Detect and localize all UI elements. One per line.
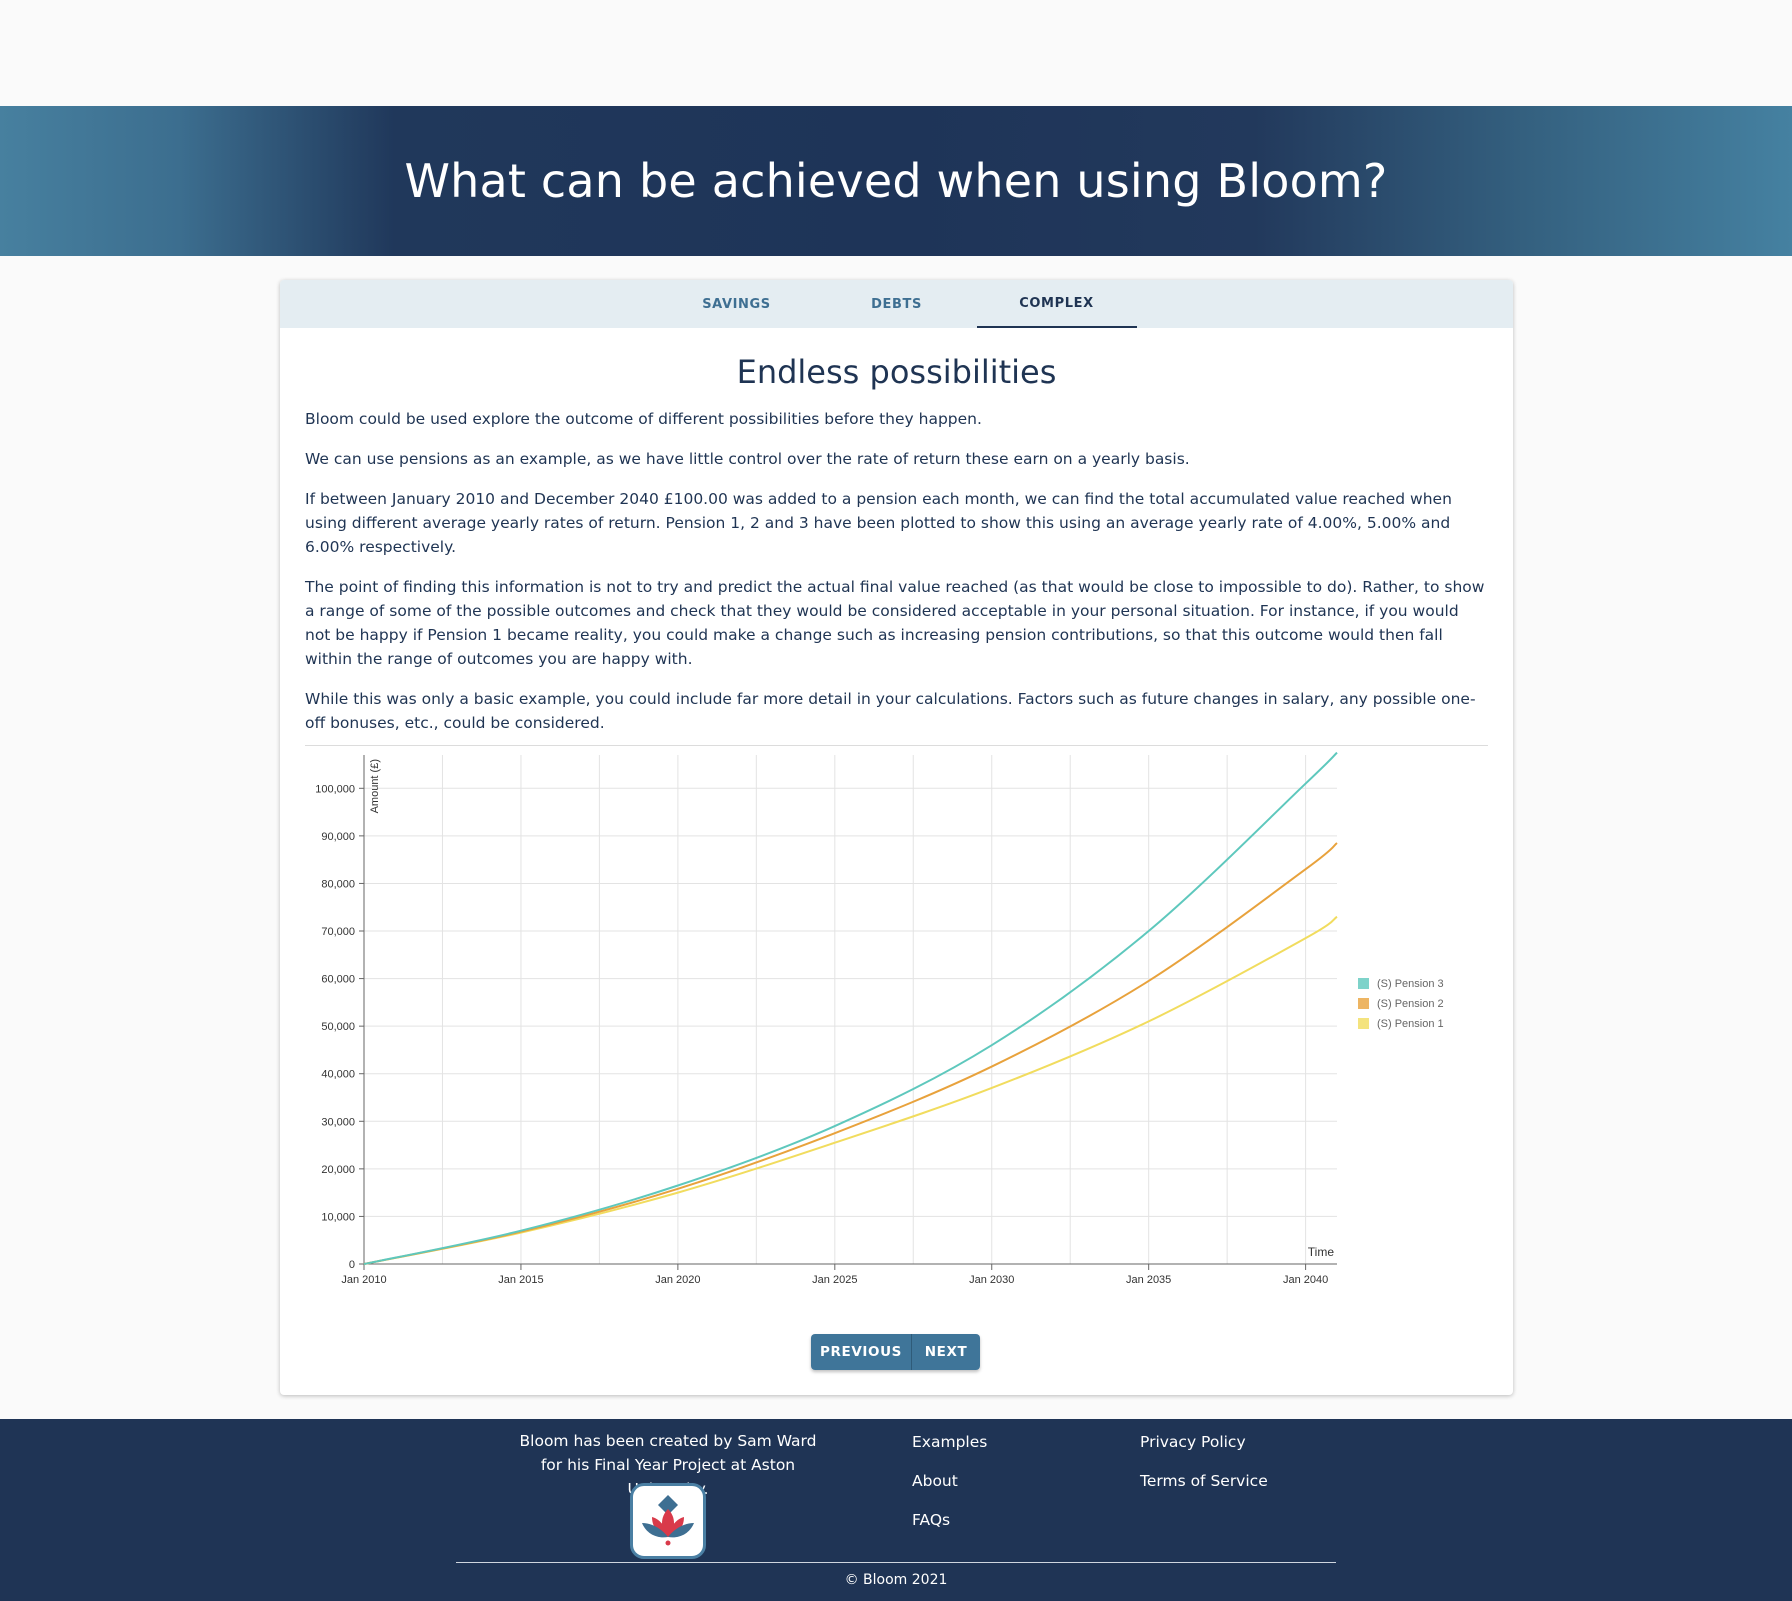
series-line [363,915,1338,1265]
series-line [363,751,1338,1265]
legend-swatch [1358,1018,1369,1029]
x-tick-label: Jan 2025 [812,1274,857,1286]
legend-label: (S) Pension 3 [1377,978,1444,990]
footer-divider [456,1562,1336,1563]
x-tick-label: Jan 2015 [498,1274,543,1286]
y-tick-label: 40,000 [321,1069,355,1081]
x-tick-label: Jan 2035 [1126,1274,1171,1286]
legend-swatch [1358,978,1369,989]
pension-chart: 0 10,000 20,000 30,000 40,000 50,000 60,000 70,… [280,735,1513,1395]
pager-buttons: PREVIOUS NEXT [811,1334,980,1370]
paragraph: We can use pensions as an example, as we… [305,450,1190,468]
next-button[interactable]: NEXT [912,1334,980,1370]
section-heading: Endless possibilities [736,353,1057,391]
page-title: What can be achieved when using Bloom? [404,154,1388,208]
paragraph: The point of finding this information is… [305,578,1485,668]
y-tick-label: 60,000 [321,974,355,986]
legend-label: (S) Pension 2 [1377,998,1444,1010]
tab-complex[interactable]: COMPLEX [976,280,1137,328]
y-tick-label: 90,000 [321,831,355,843]
tab-content: Endless possibilities Bloom could be use… [280,353,1513,746]
footer-links-primary: Examples About FAQs [912,1429,987,1546]
y-tick-label: 80,000 [321,878,355,890]
y-axis-label: Amount (£) [369,759,381,813]
footer-links-legal: Privacy Policy Terms of Service [1140,1429,1268,1507]
tab-bar: SAVINGS DEBTS COMPLEX [280,280,1513,328]
hero-banner: What can be achieved when using Bloom? [0,106,1792,256]
legend-label: (S) Pension 1 [1377,1018,1444,1030]
previous-button[interactable]: PREVIOUS [811,1334,912,1370]
footer-link-about[interactable]: About [912,1468,987,1507]
chart-svg: 0 10,000 20,000 30,000 40,000 50,000 60,000 70,… [315,751,1444,1286]
paragraph: If between January 2010 and December 204… [305,490,1452,556]
y-tick-label: 20,000 [321,1164,355,1176]
series-line [363,842,1338,1265]
x-tick-label: Jan 2040 [1283,1274,1328,1286]
tab-debts[interactable]: DEBTS [817,280,977,328]
tab-savings[interactable]: SAVINGS [657,280,817,328]
paragraph: While this was only a basic example, you… [305,690,1476,732]
x-axis-label: Time [1308,1245,1335,1259]
y-tick-label: 10,000 [321,1211,355,1223]
y-tick-label: 70,000 [321,926,355,938]
y-tick-label: 30,000 [321,1116,355,1128]
x-tick-label: Jan 2030 [969,1274,1014,1286]
site-footer: Bloom has been created by Sam Ward for h… [0,1419,1792,1601]
footer-link-terms[interactable]: Terms of Service [1140,1468,1268,1507]
y-tick-label: 0 [349,1259,355,1271]
footer-link-faqs[interactable]: FAQs [912,1507,987,1546]
bloom-logo [630,1483,706,1559]
y-tick-label: 100,000 [315,783,355,795]
footer-link-examples[interactable]: Examples [912,1429,987,1468]
paragraph: Bloom could be used explore the outcome … [305,410,982,428]
x-tick-label: Jan 2010 [341,1274,386,1286]
legend-swatch [1358,998,1369,1009]
x-tick-label: Jan 2020 [655,1274,700,1286]
footer-link-privacy[interactable]: Privacy Policy [1140,1429,1268,1468]
examples-card: SAVINGS DEBTS COMPLEX Endless possibilit… [280,280,1513,1395]
lotus-logo-icon [642,1495,694,1546]
chart-canvas: 0 10,000 20,000 30,000 40,000 50,000 60,000 70,… [280,735,1513,1315]
y-tick-label: 50,000 [321,1021,355,1033]
copyright: © Bloom 2021 [844,1572,948,1588]
